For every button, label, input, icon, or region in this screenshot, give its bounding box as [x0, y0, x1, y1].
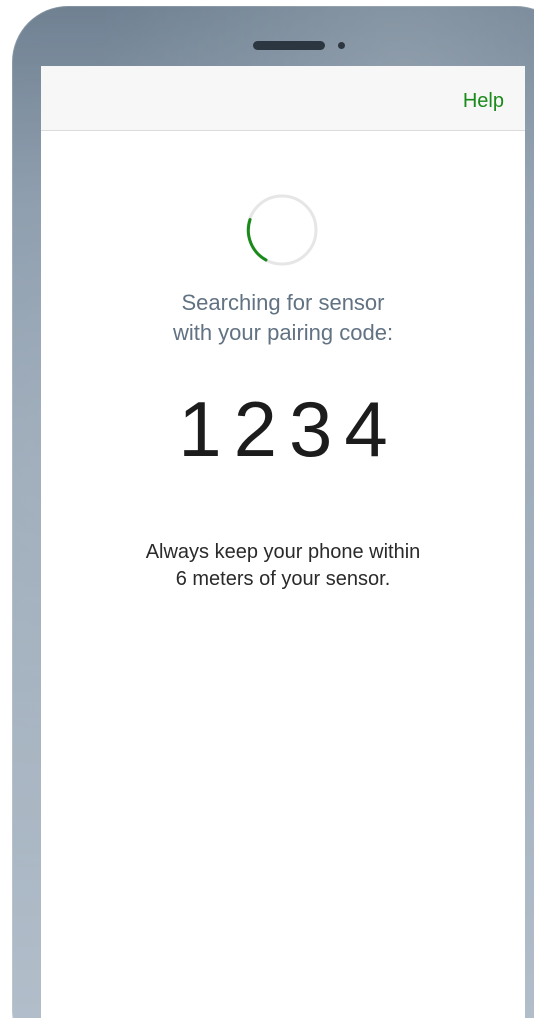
speaker-grille: [253, 41, 325, 50]
searching-status-text: Searching for sensor with your pairing c…: [41, 288, 525, 348]
phone-screen: Help Searching for sensor with your pair…: [41, 66, 525, 1018]
help-link[interactable]: Help: [463, 90, 504, 113]
note-line-2: 6 meters of your sensor.: [175, 568, 391, 590]
pairing-code: 1234: [178, 385, 400, 473]
status-line-2: with your pairing code:: [172, 320, 394, 345]
loading-spinner-icon: [246, 194, 318, 266]
spinner-arc: [246, 218, 268, 262]
status-line-1: Searching for sensor: [181, 290, 385, 315]
note-line-1: Always keep your phone within: [145, 541, 421, 563]
distance-note: Always keep your phone within 6 meters o…: [41, 539, 525, 593]
navigation-bar: Help: [41, 66, 525, 131]
app-screenshot: Help Searching for sensor with your pair…: [0, 0, 534, 1018]
front-camera: [338, 42, 345, 49]
